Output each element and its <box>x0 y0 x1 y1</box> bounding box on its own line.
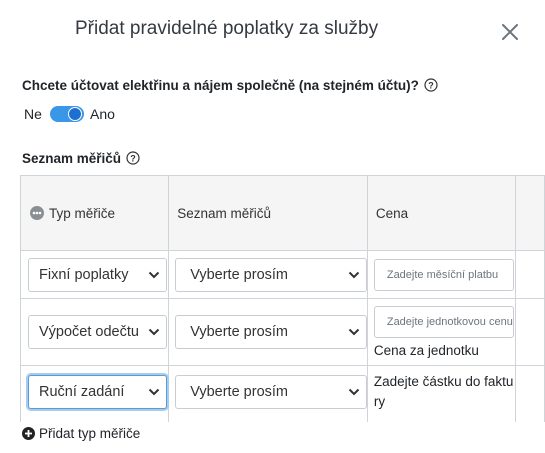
list-cell: Vyberte prosím <box>168 298 368 366</box>
meter-type-select[interactable]: Výpočet odečtu <box>28 315 167 349</box>
close-button[interactable] <box>498 20 522 44</box>
price-cell: Zadejte částku do faktury <box>366 365 516 422</box>
invoice-amount-note: Zadejte částku do faktury <box>373 374 514 409</box>
column-header-list: Seznam měřičů <box>168 175 368 251</box>
unit-price-note: Cena za jednotku <box>373 343 479 358</box>
chevron-down-icon <box>148 328 160 336</box>
meter-list-value: Vyberte prosím <box>190 384 288 400</box>
modal-title: Přidat pravidelné poplatky za služby <box>75 18 379 39</box>
column-header-price: Cena <box>366 175 516 251</box>
meter-list-value: Vyberte prosím <box>190 324 288 340</box>
table-row: Výpočet odečtu Vyberte prosím Zadejte je… <box>20 298 545 366</box>
meter-type-icon <box>30 206 44 220</box>
toggle-off-label: Ne <box>24 106 42 122</box>
type-cell: Fixní poplatky <box>20 250 170 299</box>
combined-billing-switch[interactable] <box>50 106 84 122</box>
question-circle-icon[interactable]: ? <box>424 78 438 92</box>
column-header-extra <box>514 175 545 251</box>
question-circle-icon[interactable]: ? <box>126 151 140 165</box>
meters-section-title: Seznam měřičů ? <box>22 151 140 166</box>
extra-cell <box>514 250 545 299</box>
type-cell: Ruční zadání <box>20 365 170 422</box>
plus-circle-icon <box>22 427 35 440</box>
monthly-payment-input[interactable]: Zadejte měsíční platbu <box>373 259 514 291</box>
list-cell: Vyberte prosím <box>168 250 368 299</box>
meter-type-value: Ruční zadání <box>39 384 125 400</box>
add-meter-type-label: Přidat typ měřiče <box>39 426 141 441</box>
meters-section-title-text: Seznam měřičů <box>22 151 122 166</box>
meter-list-select[interactable]: Vyberte prosím <box>175 375 368 409</box>
list-cell: Vyberte prosím <box>168 365 368 422</box>
combined-billing-question-text: Chcete účtovat elektřinu a nájem společn… <box>22 78 419 93</box>
meter-list-value: Vyberte prosím <box>190 267 288 283</box>
meter-type-select[interactable]: Fixní poplatky <box>28 258 167 292</box>
add-meter-type-button[interactable]: Přidat typ měřiče <box>22 426 140 441</box>
close-icon <box>502 24 518 40</box>
type-cell: Výpočet odečtu <box>20 298 170 366</box>
meter-type-value: Výpočet odečtu <box>39 324 139 340</box>
toggle-on-label: Ano <box>90 106 115 122</box>
table-header-row: Typ měřiče Seznam měřičů Cena <box>20 175 545 251</box>
extra-cell <box>514 365 545 422</box>
chevron-down-icon <box>148 271 160 279</box>
modal-dialog: Přidat pravidelné poplatky za služby Chc… <box>0 0 545 453</box>
chevron-down-icon <box>148 388 160 396</box>
meter-list-select[interactable]: Vyberte prosím <box>175 315 368 349</box>
combined-billing-question: Chcete účtovat elektřinu a nájem společn… <box>22 78 438 93</box>
price-cell: Zadejte měsíční platbu <box>366 250 516 299</box>
meters-table: Typ měřiče Seznam měřičů Cena Fixní popl… <box>20 175 545 422</box>
meter-list-select[interactable]: Vyberte prosím <box>175 258 368 292</box>
column-header-type: Typ měřiče <box>20 175 170 251</box>
meter-type-select[interactable]: Ruční zadání <box>28 375 167 409</box>
table-row: Fixní poplatky Vyberte prosím Zadejte mě… <box>20 250 545 299</box>
svg-text:?: ? <box>428 81 434 91</box>
svg-text:?: ? <box>130 154 136 164</box>
meter-type-value: Fixní poplatky <box>39 267 129 283</box>
chevron-down-icon <box>349 271 360 279</box>
chevron-down-icon <box>349 328 360 336</box>
chevron-down-icon <box>349 388 360 396</box>
modal-header: Přidat pravidelné poplatky za služby <box>0 0 545 64</box>
table-row: Ruční zadání Vyberte prosím Zadejte část… <box>20 365 545 422</box>
switch-knob <box>68 107 82 121</box>
price-cell: Zadejte jednotkovou cenu Cena za jednotk… <box>366 298 516 366</box>
extra-cell <box>514 298 545 366</box>
column-header-type-label: Typ měřiče <box>49 206 116 221</box>
unit-price-input[interactable]: Zadejte jednotkovou cenu <box>373 306 514 338</box>
meters-table-wrapper: Typ měřiče Seznam měřičů Cena Fixní popl… <box>20 175 545 422</box>
